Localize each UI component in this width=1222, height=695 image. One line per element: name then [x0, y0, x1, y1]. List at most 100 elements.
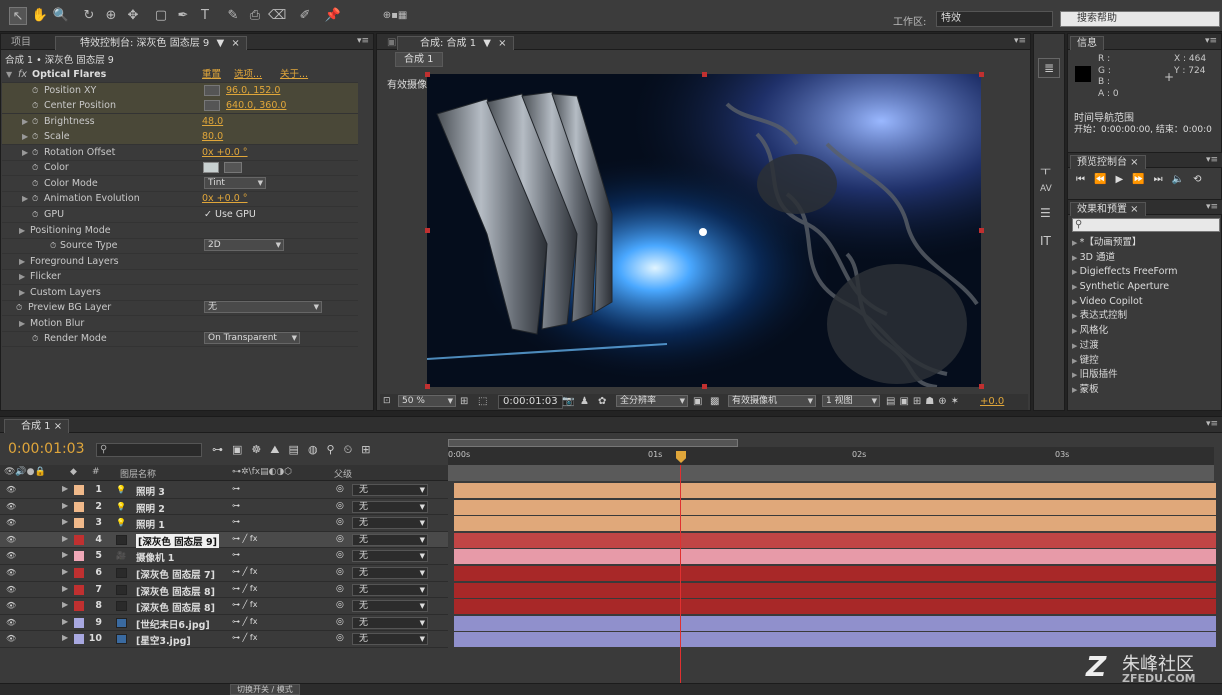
label-color-swatch[interactable]	[74, 551, 84, 562]
expand-triangle-icon[interactable]: ▶	[19, 223, 25, 238]
pen-tool-icon[interactable]: ✒	[174, 7, 192, 25]
hide-shy-icon[interactable]: ⛰	[270, 443, 288, 456]
align-icon[interactable]: ☰	[1040, 206, 1051, 220]
view-options-icon[interactable]: ▤▣⊞☗⊕✶	[886, 396, 963, 407]
about-link[interactable]: 关于...	[280, 67, 308, 82]
layer-handle[interactable]	[425, 384, 430, 389]
fx-icon[interactable]: fx	[18, 67, 27, 82]
layer-name[interactable]: [深灰色 固态层 8]	[136, 584, 215, 598]
expand-triangle-icon[interactable]: ▶	[62, 633, 68, 642]
layer-row[interactable]: 👁 ▶ 10 [星空3.jpg] ⊶ ╱ fx ◎ 无	[0, 631, 448, 648]
layer-name[interactable]: [深灰色 固态层 9]	[136, 533, 219, 548]
tab-effect-controls[interactable]: 特效控制台: 深灰色 固态层 9 ▼ ×	[55, 36, 247, 50]
expand-triangle-icon[interactable]: ▶	[62, 600, 68, 609]
layer-row[interactable]: 👁 ▶ 6 [深灰色 固态层 7] ⊶ ╱ fx ◎ 无	[0, 565, 448, 582]
label-color-swatch[interactable]	[74, 634, 84, 645]
fx-preset-item[interactable]: ▶ 过渡	[1072, 339, 1218, 354]
tab-preview[interactable]: 预览控制台 ×	[1070, 155, 1146, 169]
reset-link[interactable]: 重置	[202, 67, 221, 82]
expand-triangle-icon[interactable]: ▶	[19, 269, 25, 284]
layer-name[interactable]: 摄像机 1	[136, 550, 174, 564]
dropdown-arrow-icon[interactable]: ▼	[216, 38, 224, 49]
expand-triangle-icon[interactable]: ▶	[1072, 283, 1080, 291]
layer-row[interactable]: 👁 ▶ 1 💡 照明 3 ⊶ ◎ 无	[0, 482, 448, 499]
close-icon[interactable]: ×	[231, 38, 239, 49]
expand-triangle-icon[interactable]: ▶	[1072, 386, 1080, 394]
parent-select[interactable]: 无	[352, 583, 428, 596]
text-tool-icon[interactable]: T	[196, 7, 214, 25]
fx-preset-item[interactable]: ▶ Synthetic Aperture	[1072, 280, 1218, 295]
label-color-swatch[interactable]	[74, 518, 84, 529]
effect-param-select[interactable]: Tint	[204, 177, 266, 189]
expand-triangle-icon[interactable]: ▶	[1072, 371, 1080, 379]
layer-switches-icon[interactable]: ⊶ ╱ fx	[232, 633, 257, 642]
expand-triangle-icon[interactable]: ▶	[22, 191, 28, 206]
stopwatch-icon[interactable]: ⏱	[32, 145, 38, 160]
motion-blur-icon[interactable]: ◍	[308, 443, 327, 456]
visibility-eye-icon[interactable]: 👁	[6, 568, 16, 577]
expand-triangle-icon[interactable]: ▶	[1072, 254, 1080, 262]
point-control-icon[interactable]	[204, 100, 220, 111]
label-color-swatch[interactable]	[74, 617, 84, 628]
label-color-swatch[interactable]	[74, 501, 84, 512]
label-color-swatch[interactable]	[74, 485, 84, 495]
brainstorm-icon[interactable]: ⏲	[344, 443, 362, 456]
expand-triangle-icon[interactable]: ▶	[62, 584, 68, 593]
visibility-eye-icon[interactable]: 👁	[6, 502, 16, 511]
fx-preset-item[interactable]: ▶ *【动画预置】	[1072, 236, 1218, 251]
label-color-swatch[interactable]	[74, 534, 84, 545]
render-icon[interactable]: ⊞	[361, 443, 379, 456]
parent-select[interactable]: 无	[352, 550, 428, 563]
visibility-eye-icon[interactable]: 👁	[6, 634, 16, 643]
tab-composition[interactable]: 合成: 合成 1 ▼ ×	[397, 36, 514, 50]
dropdown-arrow-icon[interactable]: ▼	[483, 38, 491, 49]
layer-switches-icon[interactable]: ⊶ ╱ fx	[232, 600, 257, 609]
layer-duration-bar[interactable]	[454, 499, 1216, 515]
brush-tool-icon[interactable]: ✎	[224, 7, 242, 25]
region-icon[interactable]: ▣	[693, 396, 702, 407]
eraser-tool-icon[interactable]: ⌫	[268, 7, 286, 25]
layer-switches-icon[interactable]: ⊶ ╱ fx	[232, 534, 257, 543]
stopwatch-icon[interactable]: ⏱	[32, 83, 38, 98]
workspace-select[interactable]: 特效	[936, 11, 1053, 27]
layer-duration-bar[interactable]	[454, 516, 1216, 532]
expand-triangle-icon[interactable]: ▼	[6, 67, 12, 82]
layer-row[interactable]: 👁 ▶ 7 [深灰色 固态层 8] ⊶ ╱ fx ◎ 无	[0, 582, 448, 599]
live-update-icon[interactable]: ▣	[232, 443, 251, 456]
layer-duration-bar[interactable]	[454, 549, 1216, 565]
expand-triangle-icon[interactable]: ▶	[62, 484, 68, 493]
pickwhip-icon[interactable]: ◎	[336, 584, 344, 594]
parent-select[interactable]: 无	[352, 600, 428, 613]
layer-duration-bar[interactable]	[454, 532, 1216, 548]
point-control-icon[interactable]	[204, 85, 220, 96]
expand-triangle-icon[interactable]: ▶	[19, 285, 25, 300]
comp-viewer[interactable]	[427, 74, 981, 387]
parent-select[interactable]: 无	[352, 484, 428, 496]
comp-subtab[interactable]: 合成 1	[395, 52, 443, 67]
hand-tool-icon[interactable]: ✋	[31, 7, 49, 25]
exposure-value[interactable]: +0.0	[980, 396, 1004, 407]
resolution-select[interactable]: 全分辨率	[616, 395, 688, 407]
layer-handle[interactable]	[425, 72, 430, 77]
track-camera-icon[interactable]: ✥	[124, 7, 142, 25]
tab-timeline-comp[interactable]: 合成 1 ×	[4, 419, 70, 433]
always-preview-icon[interactable]: ⊡	[383, 396, 391, 406]
layer-handle[interactable]	[979, 384, 984, 389]
fx-preset-item[interactable]: ▶ Digieffects FreeForm	[1072, 265, 1218, 280]
tab-project[interactable]: 项目	[5, 36, 37, 50]
parent-select[interactable]: 无	[352, 616, 428, 629]
selection-tool-icon[interactable]: ↖	[9, 7, 27, 25]
roto-brush-icon[interactable]: ✐	[296, 7, 314, 25]
panel-menu-icon[interactable]: ≣	[1038, 58, 1060, 78]
layer-row[interactable]: 👁 ▶ 5 🎥 摄像机 1 ⊶ ◎ 无	[0, 548, 448, 565]
stopwatch-icon[interactable]: ⏱	[32, 176, 38, 191]
layer-name[interactable]: 照明 2	[136, 501, 165, 515]
clone-stamp-icon[interactable]: ⎙	[246, 7, 264, 25]
layer-handle[interactable]	[979, 72, 984, 77]
effect-param-value[interactable]: 0x +0.0 °	[202, 145, 248, 160]
expand-triangle-icon[interactable]: ▶	[62, 534, 68, 543]
options-link[interactable]: 选项...	[234, 67, 262, 82]
expand-triangle-icon[interactable]: ▶	[1072, 342, 1080, 350]
loop-icon[interactable]: ⟲	[1193, 174, 1210, 185]
visibility-eye-icon[interactable]: 👁	[6, 601, 16, 610]
